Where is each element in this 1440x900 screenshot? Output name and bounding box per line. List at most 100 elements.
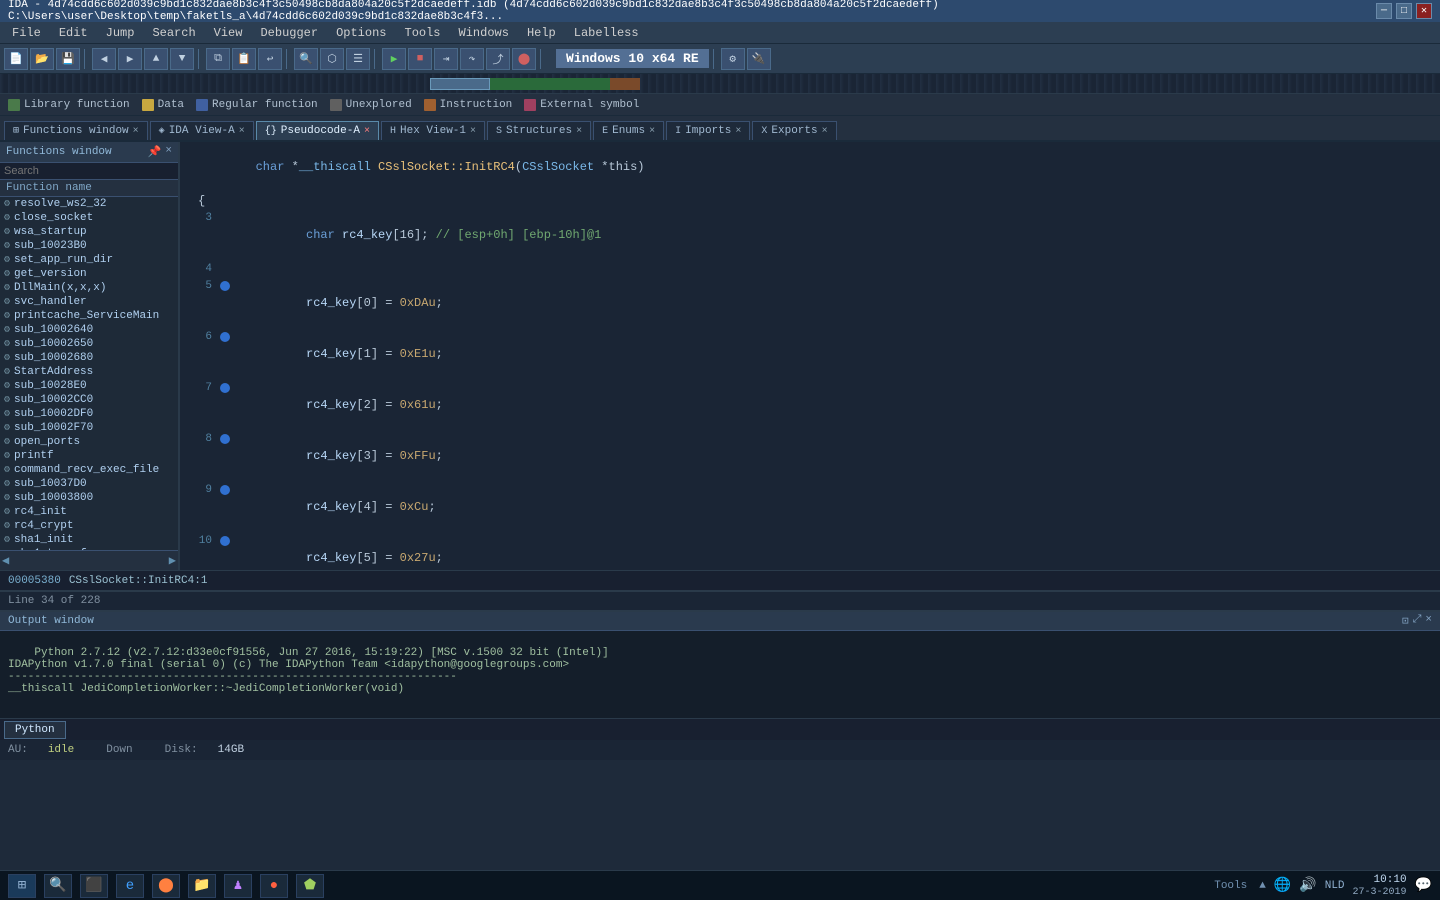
toolbar-down[interactable]: ▼ <box>170 48 194 70</box>
toolbar-stepout[interactable]: ⤴ <box>486 48 510 70</box>
app3-button[interactable]: ⬟ <box>296 874 324 898</box>
func-item-sub-10023b0[interactable]: ⚙ sub_10023B0 <box>0 239 178 253</box>
output-resize-btn[interactable]: ⤢ <box>1413 614 1422 628</box>
func-item-close-socket[interactable]: ⚙ close_socket <box>0 211 178 225</box>
toolbar-open[interactable]: 📂 <box>30 48 54 70</box>
edge-button[interactable]: e <box>116 874 144 898</box>
toolbar-breakpoint[interactable]: ⬤ <box>512 48 536 70</box>
menu-debugger[interactable]: Debugger <box>252 24 326 42</box>
toolbar-plugin[interactable]: 🔌 <box>747 48 771 70</box>
breakpoint-5[interactable] <box>220 281 230 291</box>
toolbar-up[interactable]: ▲ <box>144 48 168 70</box>
func-item-command-recv[interactable]: ⚙ command_recv_exec_file <box>0 463 178 477</box>
toolbar-save[interactable]: 💾 <box>56 48 80 70</box>
func-item-printf[interactable]: ⚙ printf <box>0 449 178 463</box>
chrome-button[interactable]: ⬤ <box>152 874 180 898</box>
menu-search[interactable]: Search <box>144 24 203 42</box>
menu-edit[interactable]: Edit <box>51 24 96 42</box>
menu-windows[interactable]: Windows <box>451 24 517 42</box>
func-item-dllmain[interactable]: ⚙ DllMain(x,x,x) <box>0 281 178 295</box>
menu-jump[interactable]: Jump <box>98 24 143 42</box>
minimize-button[interactable]: ─ <box>1376 3 1392 19</box>
func-item-sha1-init[interactable]: ⚙ sha1_init <box>0 533 178 547</box>
toolbar-back[interactable]: ◀ <box>92 48 116 70</box>
func-item-open-ports[interactable]: ⚙ open_ports <box>0 435 178 449</box>
tab-enum-close[interactable]: × <box>649 126 655 137</box>
menu-options[interactable]: Options <box>328 24 394 42</box>
tab-functions-close[interactable]: × <box>133 126 139 137</box>
search-button[interactable]: 🔍 <box>44 874 72 898</box>
output-tab-python[interactable]: Python <box>4 721 66 739</box>
tab-struct-close[interactable]: × <box>576 126 582 137</box>
func-item-sub-2680[interactable]: ⚙ sub_10002680 <box>0 351 178 365</box>
tab-import-close[interactable]: × <box>735 126 741 137</box>
toolbar-graph[interactable]: ⬡ <box>320 48 344 70</box>
func-item-resolve-ws2[interactable]: ⚙ resolve_ws2_32 <box>0 197 178 211</box>
app2-button[interactable]: ● <box>260 874 288 898</box>
output-close-btn[interactable]: × <box>1425 614 1432 628</box>
toolbar-find[interactable]: 🔍 <box>294 48 318 70</box>
toolbar-stepover[interactable]: ↷ <box>460 48 484 70</box>
tab-structures[interactable]: S Structures × <box>487 121 591 140</box>
func-item-sub-2650[interactable]: ⚙ sub_10002650 <box>0 337 178 351</box>
menu-tools[interactable]: Tools <box>397 24 449 42</box>
menu-help[interactable]: Help <box>519 24 564 42</box>
func-item-sub-2df0[interactable]: ⚙ sub_10002DF0 <box>0 407 178 421</box>
breakpoint-7[interactable] <box>220 383 230 393</box>
func-item-rc4-init[interactable]: ⚙ rc4_init <box>0 505 178 519</box>
func-item-sub-37d0[interactable]: ⚙ sub_10037D0 <box>0 477 178 491</box>
tab-ida-view-a[interactable]: ◈ IDA View-A × <box>150 121 254 140</box>
breakpoint-10[interactable] <box>220 536 230 546</box>
explorer-button[interactable]: 📁 <box>188 874 216 898</box>
tab-exports[interactable]: X Exports × <box>752 121 836 140</box>
functions-panel-pin[interactable]: 📌 <box>148 145 162 159</box>
tab-hex-close[interactable]: × <box>470 126 476 137</box>
tab-ida-close[interactable]: × <box>239 126 245 137</box>
func-item-rc4-crypt[interactable]: ⚙ rc4_crypt <box>0 519 178 533</box>
output-float-btn[interactable]: ⊡ <box>1402 614 1409 628</box>
toolbar-copy[interactable]: ⧉ <box>206 48 230 70</box>
tab-pseudocode-a[interactable]: {} Pseudocode-A × <box>256 121 379 140</box>
task-view-button[interactable]: ⬛ <box>80 874 108 898</box>
menu-file[interactable]: File <box>4 24 49 42</box>
breakpoint-8[interactable] <box>220 434 230 444</box>
tab-export-close[interactable]: × <box>822 126 828 137</box>
maximize-button[interactable]: □ <box>1396 3 1412 19</box>
func-item-set-app-run-dir[interactable]: ⚙ set_app_run_dir <box>0 253 178 267</box>
tab-functions-window[interactable]: ⊞ Functions window × <box>4 121 148 140</box>
func-item-sub-2f70[interactable]: ⚙ sub_10002F70 <box>0 421 178 435</box>
start-button[interactable]: ⊞ <box>8 874 36 898</box>
toolbar-paste[interactable]: 📋 <box>232 48 256 70</box>
func-item-startaddress[interactable]: ⚙ StartAddress <box>0 365 178 379</box>
func-scroll-left[interactable]: ◀ <box>2 553 9 568</box>
func-item-sub-2640[interactable]: ⚙ sub_10002640 <box>0 323 178 337</box>
toolbar-forward[interactable]: ▶ <box>118 48 142 70</box>
toolbar-step[interactable]: ⇥ <box>434 48 458 70</box>
toolbar-list[interactable]: ☰ <box>346 48 370 70</box>
func-item-get-version[interactable]: ⚙ get_version <box>0 267 178 281</box>
menu-labelless[interactable]: Labelless <box>566 24 647 42</box>
func-item-sub-28e0[interactable]: ⚙ sub_10028E0 <box>0 379 178 393</box>
toolbar-settings[interactable]: ⚙ <box>721 48 745 70</box>
notification-icon[interactable]: 💬 <box>1415 877 1432 894</box>
tab-pseudo-close[interactable]: × <box>364 126 370 137</box>
breakpoint-6[interactable] <box>220 332 230 342</box>
toolbar-undo[interactable]: ↩ <box>258 48 282 70</box>
tab-enums[interactable]: E Enums × <box>593 121 664 140</box>
breakpoint-9[interactable] <box>220 485 230 495</box>
func-scroll-right[interactable]: ▶ <box>169 553 176 568</box>
toolbar-run[interactable]: ▶ <box>382 48 406 70</box>
func-item-sub-3800[interactable]: ⚙ sub_10003800 <box>0 491 178 505</box>
func-item-wsa-startup[interactable]: ⚙ wsa_startup <box>0 225 178 239</box>
menu-view[interactable]: View <box>206 24 251 42</box>
close-button[interactable]: ✕ <box>1416 3 1432 19</box>
tab-imports[interactable]: I Imports × <box>666 121 750 140</box>
code-area[interactable]: char *__thiscall CSslSocket::InitRC4(CSs… <box>180 142 1440 570</box>
tab-hex-view[interactable]: H Hex View-1 × <box>381 121 485 140</box>
toolbar-new[interactable]: 📄 <box>4 48 28 70</box>
functions-search-input[interactable] <box>0 163 178 180</box>
func-item-svc-handler[interactable]: ⚙ svc_handler <box>0 295 178 309</box>
func-item-printcache[interactable]: ⚙ printcache_ServiceMain <box>0 309 178 323</box>
app1-button[interactable]: ♟ <box>224 874 252 898</box>
functions-panel-close[interactable]: × <box>165 145 172 159</box>
